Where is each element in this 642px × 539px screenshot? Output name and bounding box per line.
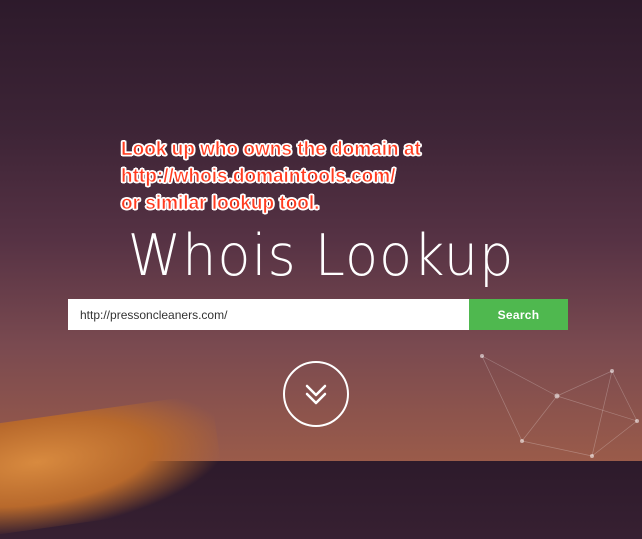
search-input[interactable]: [68, 299, 469, 330]
network-graphic: [480, 354, 639, 458]
double-chevron-down-icon: [305, 384, 327, 405]
search-bar: Search: [68, 299, 568, 330]
annotation-line: or similar lookup tool.: [121, 193, 320, 215]
annotation-line: http://whois.domaintools.com/: [121, 166, 396, 188]
scroll-down-button[interactable]: [283, 361, 349, 427]
annotation-line: Look up who owns the domain at: [121, 139, 421, 161]
desert-dune: [0, 393, 227, 539]
search-button[interactable]: Search: [469, 299, 568, 330]
page-title: Whois Lookup: [127, 223, 515, 289]
annotation-text: Look up who owns the domain at http://wh…: [121, 136, 421, 217]
